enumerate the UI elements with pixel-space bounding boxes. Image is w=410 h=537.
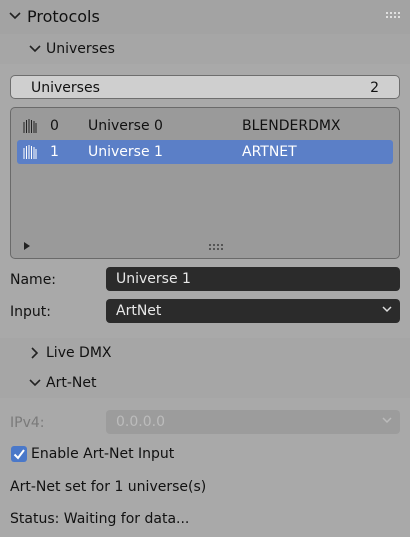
expand-triangle-icon[interactable] <box>23 242 31 250</box>
universes-subpanel-header[interactable]: Universes <box>0 34 410 64</box>
input-label: Input: <box>10 304 51 320</box>
universes-count-value: 2 <box>370 80 379 96</box>
artnet-subpanel-header[interactable]: Art-Net <box>0 368 410 398</box>
chevron-down-icon <box>382 417 392 424</box>
barcode-icon <box>23 119 37 133</box>
universes-count-label: Universes <box>31 80 100 96</box>
universe-index: 0 <box>50 118 59 134</box>
barcode-icon <box>23 145 37 159</box>
protocols-panel-header[interactable]: Protocols <box>0 0 410 34</box>
input-dropdown-value: ArtNet <box>116 303 162 319</box>
artnet-status-message: Status: Waiting for data... <box>10 511 190 527</box>
universes-subpanel-title: Universes <box>46 41 115 57</box>
ipv4-dropdown-value: 0.0.0.0 <box>116 414 165 430</box>
universe-list[interactable]: 0 Universe 0 BLENDERDMX 1 Universe 1 ART… <box>10 107 400 259</box>
chevron-down-icon <box>9 12 21 20</box>
resize-grip-icon[interactable] <box>209 244 223 250</box>
name-label: Name: <box>10 272 57 288</box>
list-item[interactable]: 0 Universe 0 BLENDERDMX <box>17 114 393 138</box>
universe-index: 1 <box>50 144 59 160</box>
universe-name: Universe 1 <box>88 144 163 160</box>
protocols-title: Protocols <box>27 7 100 26</box>
ipv4-dropdown[interactable]: 0.0.0.0 <box>106 410 400 434</box>
name-field-value: Universe 1 <box>116 271 191 287</box>
artnet-set-message: Art-Net set for 1 universe(s) <box>10 479 207 495</box>
name-field[interactable]: Universe 1 <box>106 267 400 291</box>
chevron-down-icon <box>382 306 392 313</box>
universe-name: Universe 0 <box>88 118 163 134</box>
input-dropdown[interactable]: ArtNet <box>106 299 400 323</box>
ipv4-label: IPv4: <box>10 415 45 431</box>
live-dmx-title: Live DMX <box>46 345 112 361</box>
chevron-right-icon <box>31 347 39 359</box>
universe-protocol: ARTNET <box>242 144 297 160</box>
list-item[interactable]: 1 Universe 1 ARTNET <box>17 140 393 164</box>
universes-count-bar[interactable]: Universes 2 <box>10 75 400 99</box>
drag-handle-icon[interactable] <box>386 12 402 20</box>
artnet-title: Art-Net <box>46 375 97 391</box>
enable-artnet-label[interactable]: Enable Art-Net Input <box>31 446 174 462</box>
chevron-down-icon <box>29 379 41 387</box>
universe-protocol: BLENDERDMX <box>242 118 341 134</box>
chevron-down-icon <box>29 45 41 53</box>
live-dmx-subpanel-header[interactable]: Live DMX <box>0 338 410 368</box>
checkmark-icon <box>13 449 25 460</box>
enable-artnet-checkbox[interactable] <box>11 446 27 462</box>
